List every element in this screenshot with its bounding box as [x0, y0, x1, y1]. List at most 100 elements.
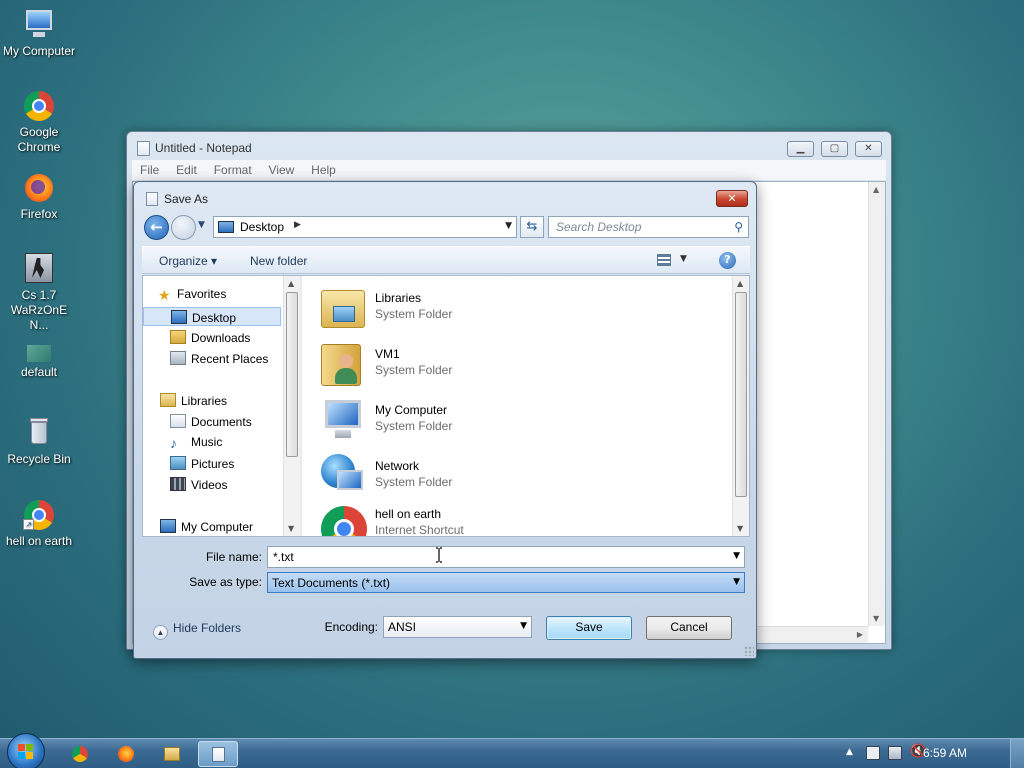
- scroll-thumb[interactable]: [735, 292, 747, 497]
- nav-my-computer[interactable]: My Computer: [160, 519, 253, 536]
- menu-format[interactable]: Format: [206, 160, 257, 177]
- nav-label: Recent Places: [191, 352, 269, 366]
- chevron-down-icon[interactable]: ▼: [733, 551, 740, 561]
- chevron-right-icon[interactable]: ▶: [294, 220, 301, 230]
- scroll-thumb[interactable]: [286, 292, 298, 457]
- search-icon[interactable]: ⚲: [734, 220, 743, 234]
- chevron-down-icon[interactable]: ▼: [520, 621, 527, 631]
- desktop-icon-label: Google Chrome: [17, 125, 61, 154]
- maximize-button[interactable]: ▢: [821, 141, 848, 157]
- chevron-down-icon[interactable]: ▼: [680, 254, 687, 264]
- resize-grip[interactable]: [744, 646, 754, 656]
- network-icon: [319, 452, 367, 500]
- firefox-icon: [118, 746, 134, 762]
- nav-pictures[interactable]: Pictures: [170, 456, 234, 475]
- nav-videos[interactable]: Videos: [170, 477, 227, 496]
- cancel-button[interactable]: Cancel: [646, 616, 732, 640]
- file-item-hell-on-earth[interactable]: hell on earth Internet Shortcut: [319, 500, 719, 536]
- file-name-input[interactable]: *.txt ▼: [267, 546, 745, 568]
- address-text[interactable]: Desktop: [240, 220, 284, 234]
- desktop-icon-cs[interactable]: Cs 1.7 WaRzOnE N...: [0, 252, 78, 333]
- pane-splitter[interactable]: [300, 276, 302, 536]
- desktop-icon-google-chrome[interactable]: Google Chrome: [0, 89, 78, 155]
- taskbar-explorer[interactable]: [152, 741, 192, 767]
- nav-scrollbar[interactable]: ▲ ▼: [283, 276, 300, 536]
- network-status-icon[interactable]: [888, 746, 902, 760]
- desktop-icon-firefox[interactable]: Firefox: [0, 171, 78, 222]
- organize-button[interactable]: Organize ▾: [159, 254, 217, 268]
- taskbar-firefox[interactable]: [106, 741, 146, 767]
- scroll-down-icon[interactable]: ▼: [288, 524, 294, 533]
- computer-icon: [160, 519, 176, 533]
- libraries-icon: [160, 393, 176, 407]
- help-button[interactable]: ?: [719, 252, 736, 269]
- menu-help[interactable]: Help: [303, 160, 341, 177]
- recent-pages-dropdown[interactable]: ▼: [198, 220, 205, 230]
- scroll-up-icon[interactable]: ▲: [288, 279, 294, 288]
- chevron-up-icon: ▲: [153, 625, 168, 640]
- desktop-icon-label: hell on earth: [5, 534, 73, 548]
- desktop-icon: [171, 310, 187, 324]
- file-item-vm1[interactable]: VM1 System Folder: [319, 340, 719, 392]
- new-folder-button[interactable]: New folder: [250, 254, 307, 268]
- file-name: VM1: [375, 347, 400, 361]
- save-button[interactable]: Save: [546, 616, 632, 640]
- chevron-down-icon[interactable]: ▼: [733, 577, 740, 587]
- nav-downloads[interactable]: Downloads: [170, 330, 250, 349]
- refresh-button[interactable]: ⇆: [520, 216, 544, 238]
- taskbar-chrome[interactable]: [60, 741, 100, 767]
- save-as-dialog: Save As ✕ ← ▼ Desktop ▶ ▼ ⇆ Search Deskt…: [133, 181, 757, 659]
- taskbar: ▲ 🔇 6:59 AM: [0, 733, 1024, 768]
- notepad-icon: [137, 141, 150, 156]
- views-icon[interactable]: [657, 254, 671, 266]
- desktop-icon-my-computer[interactable]: My Computer: [0, 8, 78, 59]
- minimize-button[interactable]: ▁: [787, 141, 814, 157]
- clock[interactable]: 6:59 AM: [923, 746, 967, 760]
- file-item-libraries[interactable]: Libraries System Folder: [319, 284, 719, 336]
- show-desktop-button[interactable]: [1010, 739, 1024, 768]
- file-item-my-computer[interactable]: My Computer System Folder: [319, 396, 719, 448]
- nav-favorites[interactable]: ★ Favorites: [158, 287, 226, 306]
- menu-bar: File Edit Format View Help: [132, 160, 886, 180]
- hide-folders-button[interactable]: ▲ Hide Folders: [153, 621, 241, 640]
- menu-view[interactable]: View: [261, 160, 300, 177]
- file-item-network[interactable]: Network System Folder: [319, 452, 719, 504]
- back-button[interactable]: ←: [144, 215, 169, 240]
- menu-file[interactable]: File: [132, 160, 164, 177]
- forward-button[interactable]: [171, 215, 196, 240]
- nav-desktop[interactable]: Desktop: [143, 307, 281, 326]
- explorer-icon: [164, 747, 180, 761]
- chevron-down-icon[interactable]: ▼: [505, 221, 512, 231]
- show-hidden-icons-icon[interactable]: ▲: [846, 747, 853, 757]
- menu-edit[interactable]: Edit: [168, 160, 202, 177]
- taskbar-notepad[interactable]: [198, 741, 238, 767]
- start-button[interactable]: [7, 733, 45, 768]
- desktop-icon-default[interactable]: default: [0, 343, 78, 380]
- close-button[interactable]: ✕: [716, 190, 748, 207]
- search-input[interactable]: Search Desktop ⚲: [548, 216, 749, 238]
- save-type-select[interactable]: Text Documents (*.txt) ▼: [267, 572, 745, 593]
- navigation-pane: ★ Favorites Desktop Downloads Recent Plac…: [143, 276, 301, 536]
- music-icon: ♪: [170, 435, 177, 451]
- scroll-up-icon[interactable]: ▲: [737, 279, 743, 288]
- file-name: Libraries: [375, 291, 422, 305]
- command-bar: Organize ▾ New folder ▼ ?: [142, 246, 750, 274]
- close-button[interactable]: ✕: [855, 141, 882, 157]
- text-cursor-icon: [436, 547, 442, 563]
- scroll-down-icon[interactable]: ▼: [737, 524, 743, 533]
- nav-recent-places[interactable]: Recent Places: [170, 351, 268, 370]
- navigation-bar: ← ▼ Desktop ▶ ▼ ⇆ Search Desktop ⚲: [142, 215, 750, 241]
- address-bar[interactable]: Desktop ▶ ▼: [213, 216, 517, 238]
- browser-panes: ★ Favorites Desktop Downloads Recent Plac…: [142, 275, 750, 537]
- encoding-select[interactable]: ANSI ▼: [383, 616, 532, 638]
- desktop-icon-hell-on-earth[interactable]: ↗ hell on earth: [0, 498, 78, 549]
- nav-libraries[interactable]: Libraries: [160, 393, 227, 412]
- nav-documents[interactable]: Documents: [170, 414, 252, 433]
- file-name-value[interactable]: *.txt: [273, 550, 294, 564]
- vertical-scrollbar[interactable]: ▲ ▼: [868, 182, 885, 626]
- file-name: Network: [375, 459, 420, 473]
- nav-music[interactable]: ♪ Music: [170, 435, 222, 454]
- desktop-icon-recycle-bin[interactable]: Recycle Bin: [0, 416, 78, 467]
- action-center-icon[interactable]: [866, 746, 880, 760]
- file-list-scrollbar[interactable]: ▲ ▼: [732, 276, 749, 536]
